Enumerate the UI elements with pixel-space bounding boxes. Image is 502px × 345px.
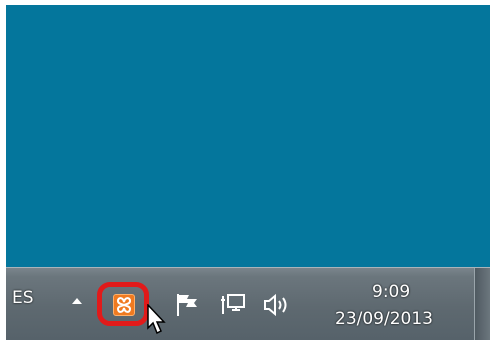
show-desktop-button[interactable]	[474, 268, 490, 340]
action-center-flag-icon[interactable]	[174, 292, 202, 318]
desktop-background[interactable]	[6, 5, 490, 267]
network-icon[interactable]	[219, 292, 247, 318]
clock-date[interactable]: 23/09/2013	[335, 309, 433, 329]
screen: ES 9:09 23/09/2013	[0, 0, 502, 345]
taskbar: ES 9:09 23/09/2013	[6, 267, 490, 340]
xampp-icon[interactable]	[113, 294, 135, 316]
xampp-highlight	[97, 282, 149, 326]
mouse-cursor-icon	[147, 304, 166, 335]
show-hidden-icons-arrow[interactable]	[72, 298, 82, 304]
clock-time[interactable]: 9:09	[372, 282, 410, 302]
language-indicator[interactable]: ES	[12, 288, 34, 308]
volume-icon[interactable]	[262, 292, 292, 318]
